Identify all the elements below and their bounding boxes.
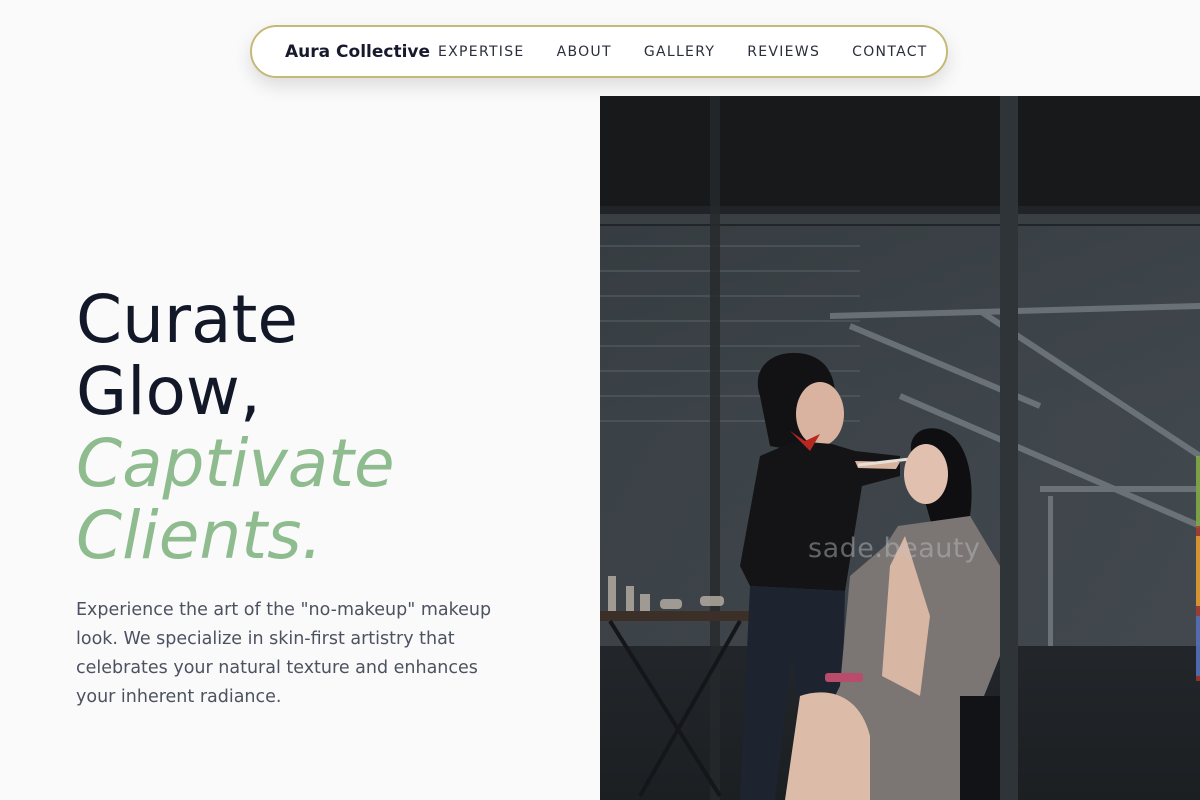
hero-description: Experience the art of the "no-makeup" ma… [76, 600, 492, 707]
headline-line-1: Curate [76, 281, 298, 358]
headline-accent-line-2: Clients. [76, 497, 323, 574]
nav-link-reviews[interactable]: REVIEWS [747, 44, 820, 60]
top-navigation: Aura Collective EXPERTISE ABOUT GALLERY … [250, 25, 948, 78]
headline-accent-line-1: Captivate [76, 425, 395, 502]
nav-link-gallery[interactable]: GALLERY [644, 44, 715, 60]
nav-link-about[interactable]: ABOUT [557, 44, 612, 60]
headline-line-2: Glow, [76, 353, 261, 430]
makeup-artist-photo-illustration [600, 96, 1200, 800]
nav-links: EXPERTISE ABOUT GALLERY REVIEWS CONTACT [438, 44, 928, 60]
photo-watermark: sade.beauty [808, 533, 981, 564]
landing-page: Aura Collective EXPERTISE ABOUT GALLERY … [0, 0, 1200, 800]
brand-logo[interactable]: Aura Collective [285, 42, 430, 62]
hero-text: Curate Glow, Captivate Clients. [76, 284, 546, 572]
nav-link-expertise[interactable]: EXPERTISE [438, 44, 525, 60]
nav-link-contact[interactable]: CONTACT [852, 44, 928, 60]
hero-headline: Curate Glow, Captivate Clients. [76, 284, 546, 572]
hero-photo: sade.beauty [600, 96, 1200, 800]
